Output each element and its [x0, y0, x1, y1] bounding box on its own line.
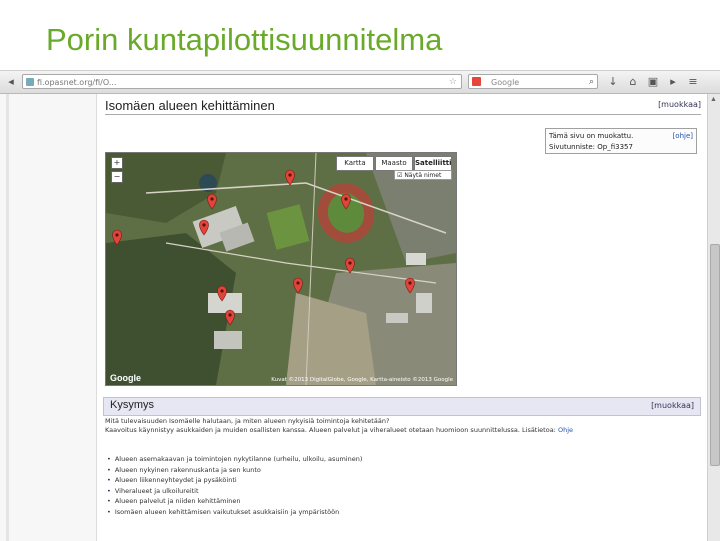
map-marker-icon[interactable]	[405, 277, 415, 294]
vertical-scrollbar[interactable]: ▲	[707, 94, 720, 541]
edit-link[interactable]: [muokkaa]	[658, 100, 701, 109]
map-markers	[112, 169, 415, 326]
map-type-button-satellite[interactable]: Satelliitti	[414, 156, 452, 171]
section-question: Mitä tulevaisuuden Isomäelle halutaan, j…	[105, 417, 390, 425]
map-marker-icon[interactable]	[345, 257, 355, 274]
map-labels-checkbox[interactable]: ☑ Näytä nimet	[394, 170, 452, 180]
map-type-button-terrain[interactable]: Maasto	[375, 156, 413, 171]
list-item: Alueen liikenneyhteydet ja pysäköinti	[107, 475, 697, 486]
list-item: Alueen asemakaavan ja toimintojen nykyti…	[107, 454, 697, 465]
browser-toolbar: ◂ fi.opasnet.org/fi/O... ☆ Google ⌕ ↓ ⌂ …	[0, 71, 720, 94]
google-logo[interactable]: Google	[110, 373, 141, 383]
info-page-id: Sivutunniste: Op_fi3357	[549, 143, 633, 151]
download-icon[interactable]: ↓	[606, 75, 620, 89]
map-marker-icon[interactable]	[112, 229, 122, 246]
section-text: Mitä tulevaisuuden Isomäelle halutaan, j…	[105, 417, 695, 435]
map-marker-icon[interactable]	[207, 193, 217, 210]
info-status: Tämä sivu on muokattu.	[549, 132, 634, 140]
list-item: Isomäen alueen kehittämisen vaikutukset …	[107, 507, 697, 518]
section-edit-link[interactable]: [muokkaa]	[651, 401, 694, 410]
address-bar[interactable]: fi.opasnet.org/fi/O... ☆	[22, 74, 462, 89]
site-favicon-icon	[26, 78, 34, 86]
map-marker-icon[interactable]	[217, 285, 227, 302]
question-list: Alueen asemakaavan ja toimintojen nykyti…	[107, 454, 697, 517]
magnifier-icon[interactable]: ⌕	[589, 75, 594, 90]
scroll-up-icon[interactable]: ▲	[710, 96, 717, 103]
sidebar-stripe	[6, 94, 9, 541]
scrollbar-thumb[interactable]	[710, 244, 720, 466]
section-title: Kysymys	[110, 399, 154, 411]
addon-icon[interactable]: ▸	[666, 75, 680, 89]
question-section: Kysymys [muokkaa] Mitä tulevaisuuden Iso…	[103, 397, 701, 541]
section-description-text: Kaavoitus käynnistyy asukkaiden ja muide…	[105, 426, 556, 434]
map-marker-icon[interactable]	[225, 309, 235, 326]
bookmarks-icon[interactable]: ▣	[646, 75, 660, 89]
map-marker-icon[interactable]	[341, 193, 351, 210]
menu-icon[interactable]: ≡	[686, 75, 700, 89]
map-labels-label: Näytä nimet	[404, 172, 442, 179]
satellite-map[interactable]: + − Kartta Maasto Satelliitti ☑ Näytä ni…	[105, 152, 457, 386]
zoom-out-button[interactable]: −	[111, 171, 123, 183]
map-zoom-controls: + −	[111, 157, 123, 185]
map-type-buttons: Kartta Maasto Satelliitti	[335, 156, 452, 171]
list-item: Alueen palvelut ja niiden kehittäminen	[107, 496, 697, 507]
map-marker-icon[interactable]	[293, 277, 303, 294]
bookmark-star-icon[interactable]: ☆	[449, 75, 457, 90]
page-title: Isomäen alueen kehittäminen	[105, 98, 275, 113]
slide-title: Porin kuntapilottisuunnitelma	[46, 22, 443, 57]
info-help-link[interactable]: [ohje]	[673, 131, 693, 142]
section-description: Kaavoitus käynnistyy asukkaiden ja muide…	[105, 426, 695, 435]
list-item: Alueen nykyinen rakennuskanta ja sen kun…	[107, 465, 697, 476]
list-item: Viheralueet ja ulkoilureitit	[107, 486, 697, 497]
section-help-link[interactable]: Ohje	[558, 426, 573, 434]
map-type-button-map[interactable]: Kartta	[336, 156, 374, 171]
search-input[interactable]: Google ⌕	[468, 74, 598, 89]
map-marker-icon[interactable]	[199, 219, 209, 236]
heading-divider	[105, 114, 701, 115]
map-marker-icon[interactable]	[285, 169, 295, 186]
back-icon[interactable]: ◂	[4, 75, 18, 89]
search-placeholder: Google	[491, 78, 520, 87]
page-info-box: Tämä sivu on muokattu. [ohje] Sivutunnis…	[545, 128, 697, 154]
zoom-in-button[interactable]: +	[111, 157, 123, 169]
checkbox-icon: ☑	[397, 172, 403, 179]
page-content: Isomäen alueen kehittäminen [muokkaa] Tä…	[97, 94, 707, 541]
home-icon[interactable]: ⌂	[626, 75, 640, 89]
section-header: Kysymys [muokkaa]	[103, 397, 701, 416]
browser-window: ◂ fi.opasnet.org/fi/O... ☆ Google ⌕ ↓ ⌂ …	[0, 70, 720, 541]
map-copyright: Kuvat ©2013 DigitalGlobe, Google, Kartta…	[271, 377, 453, 383]
sidebar	[0, 94, 97, 541]
google-search-icon	[472, 77, 481, 86]
address-bar-url: fi.opasnet.org/fi/O...	[37, 78, 117, 87]
